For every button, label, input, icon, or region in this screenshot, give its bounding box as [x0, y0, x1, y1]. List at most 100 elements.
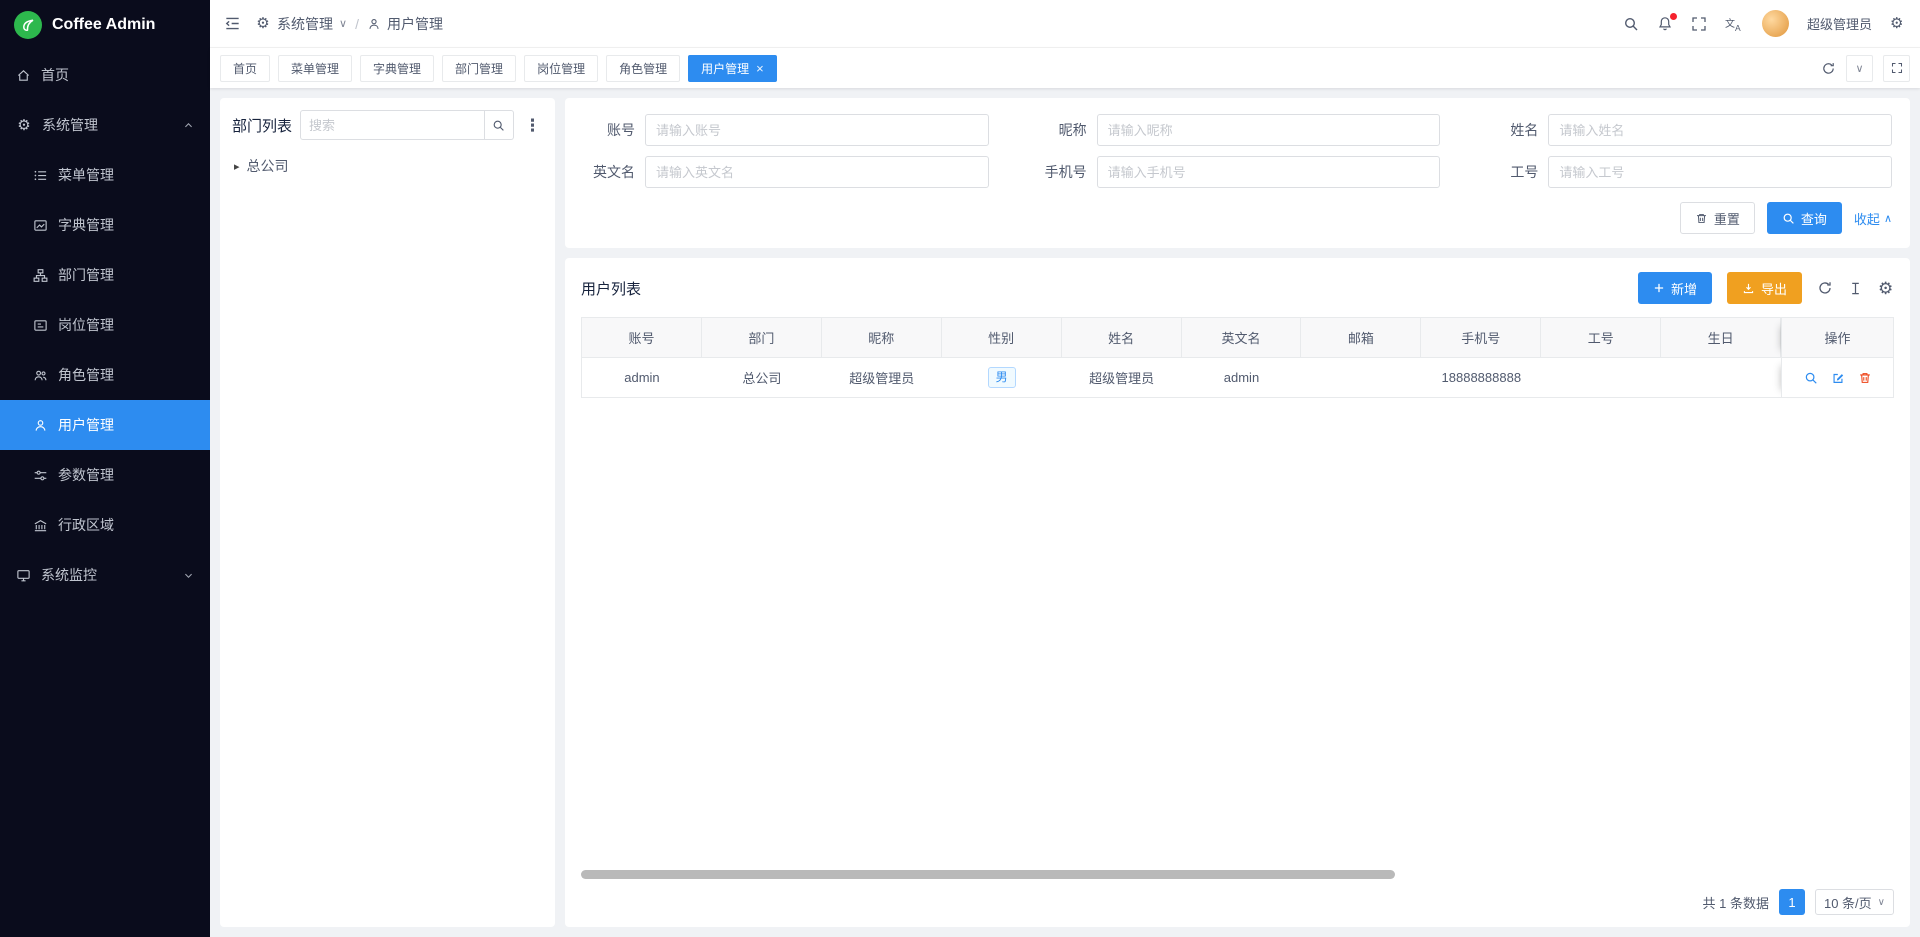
sidebar-menu: 首页 ⚙ 系统管理 菜单管理 字典管理 部门管理 岗位管理 角色管理 — [0, 50, 210, 937]
breadcrumb-item-system[interactable]: 系统管理 — [277, 14, 333, 34]
column-header[interactable]: 工号 — [1541, 318, 1661, 358]
tab-dictionary-management[interactable]: 字典管理 — [360, 55, 434, 82]
job-number-input[interactable] — [1548, 156, 1892, 188]
main-area: ⚙ 系统管理 ∨ / 用户管理 文A 超级管理员 ⚙ — [210, 0, 1920, 937]
sidebar-item-label: 行政区域 — [58, 515, 114, 535]
user-icon — [367, 17, 381, 31]
cell-operations — [1781, 358, 1893, 398]
tab-user-management[interactable]: 用户管理 × — [688, 55, 777, 82]
add-user-button[interactable]: 新增 — [1638, 272, 1712, 304]
export-button[interactable]: 导出 — [1727, 272, 1802, 304]
edit-row-icon[interactable] — [1831, 371, 1845, 385]
cell-email — [1301, 358, 1421, 398]
table-row[interactable]: admin 总公司 超级管理员 男 超级管理员 admin 1888888888… — [582, 358, 1893, 398]
horizontal-scrollbar-thumb[interactable] — [581, 870, 1395, 879]
department-search-button[interactable] — [485, 110, 514, 140]
field-name: 姓名 — [1486, 114, 1892, 146]
translate-icon[interactable]: 文A — [1725, 16, 1744, 32]
column-header[interactable]: 性别 — [942, 318, 1062, 358]
phone-input[interactable] — [1097, 156, 1441, 188]
refresh-icon[interactable] — [1821, 61, 1836, 76]
search-icon[interactable] — [1623, 16, 1639, 32]
column-settings-icon[interactable] — [1848, 281, 1863, 296]
refresh-icon[interactable] — [1817, 280, 1833, 296]
column-header[interactable]: 昵称 — [822, 318, 942, 358]
sidebar-item-user-management[interactable]: 用户管理 — [0, 400, 210, 450]
sidebar-item-dictionary-management[interactable]: 字典管理 — [0, 200, 210, 250]
tabs-dropdown-button[interactable]: ∨ — [1846, 55, 1873, 82]
page-size-select[interactable]: 10 条/页 ∨ — [1815, 889, 1894, 915]
horizontal-scrollbar — [581, 870, 1894, 879]
app-logo[interactable]: Coffee Admin — [0, 0, 210, 50]
delete-row-icon[interactable] — [1858, 371, 1872, 385]
more-options-icon[interactable]: ⋮ — [522, 117, 543, 134]
column-header[interactable]: 英文名 — [1182, 318, 1302, 358]
search-filter-card: 账号 昵称 姓名 英文名 — [565, 98, 1910, 248]
tab-menu-management[interactable]: 菜单管理 — [278, 55, 352, 82]
breadcrumb-item-users: 用户管理 — [387, 14, 443, 34]
sidebar: Coffee Admin 首页 ⚙ 系统管理 菜单管理 字典管理 部门管理 岗位… — [0, 0, 210, 937]
fullscreen-icon[interactable] — [1691, 16, 1707, 32]
current-username[interactable]: 超级管理员 — [1807, 14, 1872, 33]
column-header[interactable]: 姓名 — [1062, 318, 1182, 358]
page-number-button[interactable]: 1 — [1779, 889, 1805, 915]
table-header-row: 账号 部门 昵称 性别 姓名 英文名 邮箱 手机号 工号 生日 操作 — [582, 318, 1893, 358]
column-header[interactable]: 生日 — [1661, 318, 1781, 358]
field-label: 姓名 — [1486, 120, 1538, 140]
sidebar-item-menu-management[interactable]: 菜单管理 — [0, 150, 210, 200]
sidebar-item-role-management[interactable]: 角色管理 — [0, 350, 210, 400]
tab-home[interactable]: 首页 — [220, 55, 270, 82]
content-fullscreen-button[interactable] — [1883, 55, 1910, 82]
sliders-icon — [33, 468, 48, 483]
pagination-total: 共 1 条数据 — [1703, 893, 1769, 912]
column-header[interactable]: 账号 — [582, 318, 702, 358]
query-button[interactable]: 查询 — [1767, 202, 1842, 234]
cell-job-number — [1541, 358, 1661, 398]
column-header[interactable]: 手机号 — [1421, 318, 1541, 358]
tab-role-management[interactable]: 角色管理 — [606, 55, 680, 82]
account-input[interactable] — [645, 114, 989, 146]
sidebar-item-label: 参数管理 — [58, 465, 114, 485]
header-actions: 文A 超级管理员 ⚙ — [1623, 10, 1906, 37]
tab-post-management[interactable]: 岗位管理 — [524, 55, 598, 82]
sidebar-item-home[interactable]: 首页 — [0, 50, 210, 100]
tab-department-management[interactable]: 部门管理 — [442, 55, 516, 82]
caret-right-icon[interactable]: ▸ — [234, 160, 240, 173]
filter-grid: 账号 昵称 姓名 英文名 — [583, 114, 1892, 188]
notifications-bell-icon[interactable] — [1657, 16, 1673, 32]
sidebar-item-parameter-management[interactable]: 参数管理 — [0, 450, 210, 500]
name-input[interactable] — [1548, 114, 1892, 146]
column-header[interactable]: 部门 — [702, 318, 822, 358]
settings-gear-icon[interactable]: ⚙ — [1890, 16, 1906, 31]
table-settings-gear-icon[interactable]: ⚙ — [1878, 280, 1894, 297]
collapse-filters-link[interactable]: 收起 ∧ — [1854, 209, 1892, 228]
tabs-toolbar: ∨ — [1821, 55, 1910, 82]
sidebar-item-admin-region[interactable]: 行政区域 — [0, 500, 210, 550]
english-name-input[interactable] — [645, 156, 989, 188]
sidebar-item-post-management[interactable]: 岗位管理 — [0, 300, 210, 350]
field-label: 工号 — [1486, 162, 1538, 182]
sidebar-group-system-monitor[interactable]: 系统监控 — [0, 550, 210, 600]
chevron-down-icon: ∨ — [1855, 62, 1863, 75]
user-list-toolbar: 新增 导出 ⚙ — [1638, 272, 1894, 304]
user-icon — [33, 418, 48, 433]
user-avatar[interactable] — [1762, 10, 1789, 37]
page-tabs-bar: 首页 菜单管理 字典管理 部门管理 岗位管理 角色管理 用户管理 × ∨ — [210, 48, 1920, 88]
nickname-input[interactable] — [1097, 114, 1441, 146]
view-row-icon[interactable] — [1804, 371, 1818, 385]
field-job-number: 工号 — [1486, 156, 1892, 188]
tab-close-icon[interactable]: × — [756, 62, 764, 75]
column-header[interactable]: 邮箱 — [1301, 318, 1421, 358]
sidebar-collapse-icon[interactable] — [224, 15, 241, 32]
sidebar-item-department-management[interactable]: 部门管理 — [0, 250, 210, 300]
id-card-icon — [33, 318, 48, 333]
department-panel-title: 部门列表 — [232, 115, 292, 136]
field-label: 手机号 — [1035, 162, 1087, 182]
list-icon — [33, 168, 48, 183]
top-header: ⚙ 系统管理 ∨ / 用户管理 文A 超级管理员 ⚙ — [210, 0, 1920, 48]
reset-button[interactable]: 重置 — [1680, 202, 1755, 234]
tree-node-head-office[interactable]: ▸ 总公司 — [232, 154, 543, 178]
sidebar-group-system-management[interactable]: ⚙ 系统管理 — [0, 100, 210, 150]
search-icon — [1782, 212, 1795, 225]
department-search-input[interactable] — [300, 110, 485, 140]
